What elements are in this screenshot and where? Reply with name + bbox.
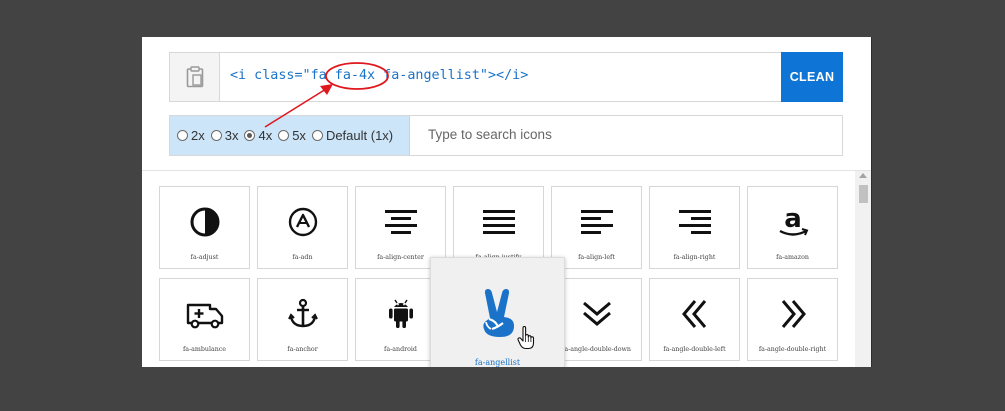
align-center-icon <box>384 210 417 234</box>
radio-circle-icon[interactable] <box>311 130 323 141</box>
radio-circle-icon[interactable] <box>177 130 188 141</box>
icon-tile-angle-double-right[interactable]: fa-angle-double-right <box>747 278 838 361</box>
icon-grid: fa-adjust fa-adn fa-align-center fa-alig… <box>142 171 855 367</box>
align-left-icon <box>580 210 613 234</box>
size-search-bar: 2x 3x 4x 5x Default (1x) <box>169 115 843 156</box>
anchor-icon <box>287 298 318 328</box>
scroll-up-arrow-icon[interactable] <box>859 173 867 178</box>
adjust-icon <box>190 207 219 237</box>
adn-icon <box>288 207 317 237</box>
radio-circle-icon[interactable] <box>278 130 290 141</box>
icon-tile-adjust[interactable]: fa-adjust <box>159 186 250 269</box>
icon-tile-angle-double-left[interactable]: fa-angle-double-left <box>649 278 740 361</box>
size-radio-group: 2x 3x 4x 5x Default (1x) <box>170 116 410 155</box>
android-icon <box>388 299 413 328</box>
size-radio-5x[interactable]: 5x <box>278 128 306 143</box>
ambulance-icon <box>186 303 223 329</box>
size-radio-4x[interactable]: 4x <box>244 128 272 143</box>
icon-tile-align-right[interactable]: fa-align-right <box>649 186 740 269</box>
icon-tile-adn[interactable]: fa-adn <box>257 186 348 269</box>
align-right-icon <box>678 210 711 234</box>
icon-grid-scrollbar[interactable] <box>855 171 871 367</box>
svg-text:a: a <box>784 205 802 234</box>
size-radio-default[interactable]: Default (1x) <box>311 128 393 143</box>
icon-tile-angellist-hovered[interactable]: fa-angellist <box>430 257 565 367</box>
radio-circle-icon[interactable] <box>210 130 222 141</box>
angle-double-down-icon <box>582 301 611 326</box>
radio-checked-icon[interactable] <box>244 130 256 141</box>
icon-picker-dialog: <i class="fa fa-4x fa-angellist"></i> CL… <box>142 37 872 367</box>
size-radio-2x[interactable]: 2x <box>177 128 205 143</box>
angle-double-right-icon <box>781 300 806 328</box>
clean-button[interactable]: CLEAN <box>781 52 843 102</box>
hand-cursor-icon <box>517 326 535 350</box>
amazon-icon: a <box>778 205 808 236</box>
icon-tile-ambulance[interactable]: fa-ambulance <box>159 278 250 361</box>
icon-search-input[interactable] <box>428 127 808 142</box>
align-justify-icon <box>482 210 515 234</box>
clipboard-button[interactable] <box>170 53 220 101</box>
angle-double-left-icon <box>681 300 706 328</box>
icon-tile-amazon[interactable]: a fa-amazon <box>747 186 838 269</box>
icon-tile-anchor[interactable]: fa-anchor <box>257 278 348 361</box>
size-radio-3x[interactable]: 3x <box>210 128 238 143</box>
clipboard-icon <box>186 66 203 88</box>
scroll-thumb[interactable] <box>859 185 868 203</box>
angellist-icon <box>483 289 514 337</box>
generated-code[interactable]: <i class="fa fa-4x fa-angellist"></i> <box>230 68 528 83</box>
code-output-bar: <i class="fa fa-4x fa-angellist"></i> CL… <box>169 52 843 102</box>
